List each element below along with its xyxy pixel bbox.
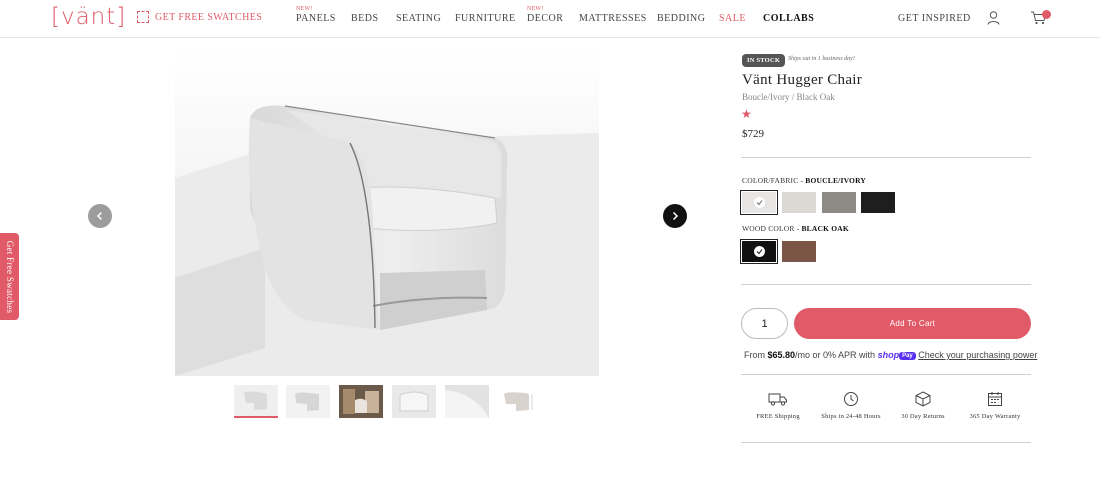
- get-inspired-link[interactable]: GET INSPIRED: [898, 13, 971, 24]
- shoppay-logo: shop: [877, 350, 900, 360]
- product-title: Vänt Hugger Chair: [742, 72, 863, 88]
- purchasing-power-link[interactable]: Check your purchasing power: [918, 350, 1037, 360]
- thumbnail-5[interactable]: [445, 385, 489, 418]
- product-main-image[interactable]: [175, 48, 599, 376]
- feature-returns: 30 Day Returns: [888, 391, 958, 420]
- thumbnail-image: [498, 385, 542, 418]
- swatch-boucle-ivory[interactable]: [740, 190, 778, 215]
- check-icon: [753, 246, 765, 257]
- wood-option-label: WOOD COLOR - BLACK OAK: [742, 224, 849, 233]
- new-badge: NEW!: [527, 6, 544, 12]
- nav-label: BEDS: [351, 13, 379, 24]
- ships-note: Ships out in 1 business day!: [788, 56, 855, 62]
- site-header: [vänt] GET FREE SWATCHES NEW! PANELS BED…: [0, 0, 1100, 38]
- wood-selected-value: BLACK OAK: [801, 224, 849, 233]
- free-swatches-side-tab[interactable]: Get Free Swatches: [0, 233, 19, 320]
- calendar-icon: [988, 392, 1002, 406]
- divider: [741, 284, 1031, 285]
- brand-logo[interactable]: [vänt]: [51, 4, 126, 30]
- feature-ships-fast: Ships in 24-48 Hours: [816, 391, 886, 420]
- nav-label: COLLABS: [763, 13, 815, 24]
- product-price: $729: [742, 128, 764, 140]
- thumbnail-1[interactable]: [234, 385, 278, 418]
- divider: [741, 157, 1031, 158]
- thumbnail-image: [339, 385, 383, 418]
- nav-item-furniture[interactable]: FURNITURE: [455, 13, 516, 24]
- shoppay-pay-badge: Pay: [899, 352, 916, 360]
- thumbnail-2[interactable]: [286, 385, 330, 418]
- thumbnail-image: [392, 385, 436, 418]
- user-icon[interactable]: [987, 11, 1000, 25]
- feature-label: 365 Day Warranty: [969, 413, 1021, 420]
- thumbnail-image: [286, 385, 330, 418]
- nav-label: MATTRESSES: [579, 13, 647, 24]
- thumbnail-3[interactable]: [339, 385, 383, 418]
- check-icon: [753, 197, 765, 208]
- nav-item-bedding[interactable]: BEDDING: [657, 13, 706, 24]
- new-badge: NEW!: [296, 6, 313, 12]
- nav-item-decor[interactable]: NEW! DECOR: [527, 6, 564, 24]
- chair-illustration: [175, 48, 599, 376]
- shoppay-middle: /mo or 0% APR with: [795, 350, 878, 360]
- swatch-black[interactable]: [861, 192, 895, 213]
- add-to-cart-button[interactable]: Add To Cart: [794, 308, 1031, 339]
- free-swatches-label: GET FREE SWATCHES: [155, 11, 263, 23]
- box-icon: [915, 391, 931, 407]
- feature-label: 30 Day Returns: [901, 413, 945, 420]
- clock-icon: [844, 392, 858, 406]
- in-stock-badge: IN STOCK: [742, 54, 786, 67]
- previous-image-button[interactable]: [88, 204, 112, 228]
- divider: [741, 442, 1031, 443]
- thumbnail-6[interactable]: [498, 385, 542, 418]
- swatch-light-grey[interactable]: [782, 192, 816, 213]
- nav-item-sale[interactable]: SALE: [719, 13, 746, 24]
- cart-count-badge: [1042, 10, 1051, 19]
- product-variant: Boucle/Ivory / Black Oak: [742, 92, 835, 102]
- nav-item-mattresses[interactable]: MATTRESSES: [579, 13, 647, 24]
- feature-label: FREE Shipping: [756, 413, 800, 420]
- thumbnail-image: [234, 385, 278, 416]
- nav-item-collabs[interactable]: COLLABS: [763, 13, 814, 24]
- quantity-input[interactable]: 1: [741, 308, 788, 339]
- nav-item-beds[interactable]: BEDS: [351, 13, 379, 24]
- nav-label: PANELS: [296, 13, 336, 24]
- nav-label: SEATING: [396, 13, 442, 24]
- thumbnail-4[interactable]: [392, 385, 436, 418]
- shoppay-prefix: From: [744, 350, 768, 360]
- nav-label: FURNITURE: [455, 13, 516, 24]
- nav-label: DECOR: [527, 13, 564, 24]
- swatch-black-oak[interactable]: [740, 239, 778, 264]
- nav-label: BEDDING: [657, 13, 706, 24]
- fabric-selected-value: BOUCLE/IVORY: [805, 176, 867, 185]
- feature-free-shipping: FREE Shipping: [743, 391, 813, 420]
- free-swatches-link[interactable]: GET FREE SWATCHES: [137, 11, 262, 23]
- thumbnail-image: [445, 385, 489, 418]
- fabric-label-prefix: COLOR/FABRIC -: [742, 176, 806, 185]
- next-image-button[interactable]: [663, 204, 687, 228]
- rating-star-icon[interactable]: ★: [741, 107, 752, 122]
- fabric-option-label: COLOR/FABRIC - BOUCLE/IVORY: [742, 176, 866, 185]
- shoppay-amount: $65.80: [767, 350, 796, 360]
- truck-icon: [768, 393, 787, 406]
- wood-label-prefix: WOOD COLOR -: [742, 224, 802, 233]
- nav-label: SALE: [719, 13, 746, 24]
- swatch-walnut[interactable]: [782, 241, 816, 262]
- shoppay-financing: From $65.80/mo or 0% APR with shop Pay Ch…: [744, 350, 1037, 360]
- swatch-icon: [137, 11, 149, 23]
- nav-item-seating[interactable]: SEATING: [396, 13, 441, 24]
- divider: [741, 374, 1031, 375]
- feature-label: Ships in 24-48 Hours: [821, 413, 881, 420]
- side-tab-label: Get Free Swatches: [4, 240, 15, 313]
- swatch-taupe[interactable]: [822, 192, 856, 213]
- feature-warranty: 365 Day Warranty: [960, 391, 1030, 420]
- chevron-left-icon: [96, 211, 103, 221]
- chevron-right-icon: [672, 211, 679, 221]
- nav-item-panels[interactable]: NEW! PANELS: [296, 6, 336, 24]
